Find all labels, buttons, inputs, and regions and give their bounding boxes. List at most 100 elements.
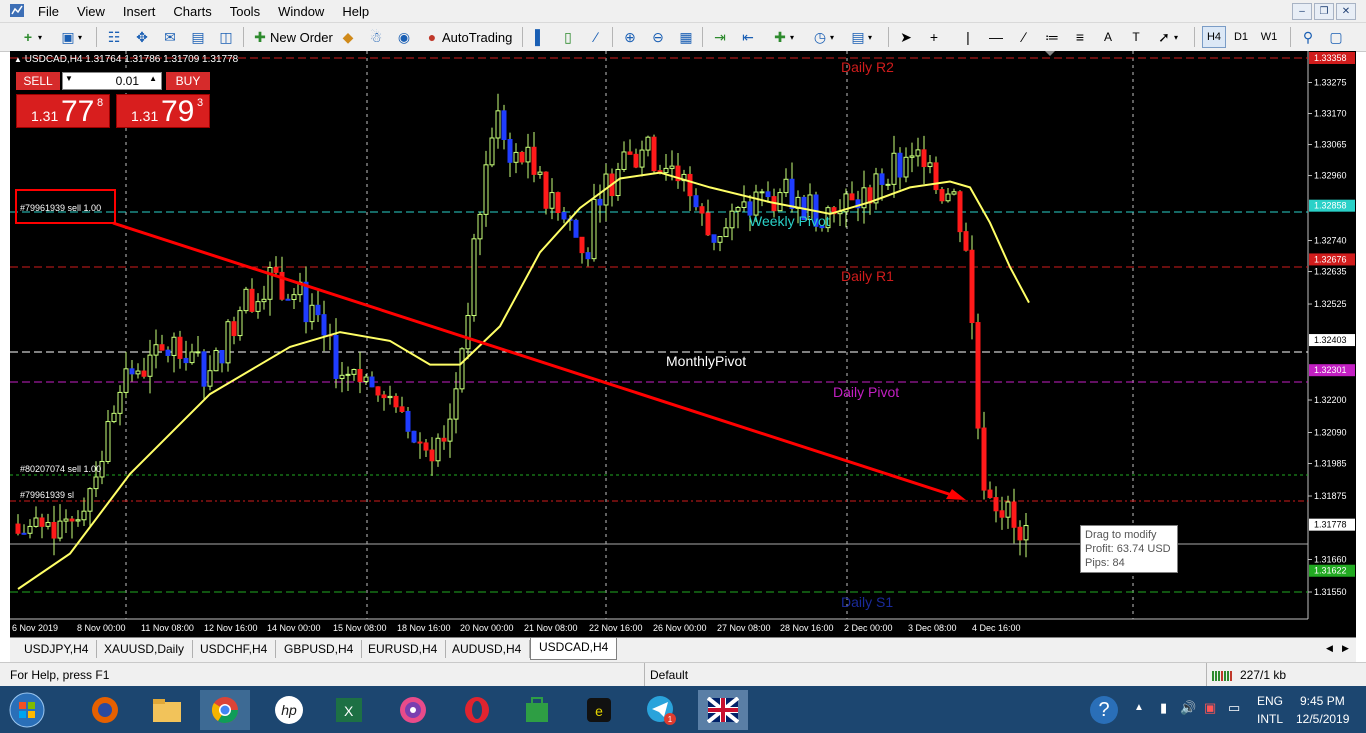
input-layout[interactable]: INTL (1257, 712, 1283, 726)
opera-icon[interactable] (452, 690, 502, 730)
status-profile[interactable]: Default (650, 668, 688, 682)
tab-audusd[interactable]: AUDUSD,H4 (444, 640, 531, 658)
candle-body (315, 304, 321, 316)
metatrader-icon[interactable] (698, 690, 748, 730)
clock-date[interactable]: 12/5/2019 (1296, 712, 1349, 726)
arrows-icon[interactable]: ➚ (1154, 27, 1174, 47)
menu-tools[interactable]: Tools (221, 0, 269, 19)
tab-eurusd[interactable]: EURUSD,H4 (360, 640, 447, 658)
templates-icon[interactable]: ▤ (848, 27, 868, 47)
new-order-button[interactable]: ✚ New Order (250, 26, 333, 48)
action-center-icon[interactable]: ▭ (1228, 700, 1240, 716)
chart-shift-marker-icon[interactable] (1045, 51, 1055, 56)
hp-icon[interactable]: hp (264, 690, 314, 730)
order-label-sell-2[interactable]: #80207074 sell 1.00 (20, 464, 101, 474)
connection-bars-icon[interactable] (1212, 669, 1236, 681)
lot-down-icon[interactable]: ▼ (65, 74, 73, 83)
menu-window[interactable]: Window (269, 0, 333, 19)
telegram-icon[interactable]: 1 (636, 690, 686, 730)
candlestick-icon[interactable]: ▯ (558, 27, 578, 47)
chat-icon[interactable]: ▢ (1326, 27, 1346, 47)
menu-insert[interactable]: Insert (114, 0, 165, 19)
buy-button[interactable]: BUY (166, 72, 210, 90)
candle-body (51, 521, 57, 539)
menu-help[interactable]: Help (333, 0, 378, 19)
tabs-scroll-left-icon[interactable]: ◀ (1326, 643, 1333, 654)
bar-chart-icon[interactable]: ▌ (530, 27, 550, 47)
zoom-in-icon[interactable]: ⊕ (620, 27, 640, 47)
tooltip-line-1: Drag to modify (1085, 529, 1157, 541)
text-label-icon[interactable]: T (1126, 27, 1146, 47)
chart-shift-icon[interactable]: ⇤ (738, 27, 758, 47)
navigator-icon[interactable]: ✥ (132, 27, 152, 47)
lot-stepper[interactable]: ▼ 0.01 ▲ (62, 72, 162, 90)
volume-icon[interactable]: 🔊 (1180, 700, 1196, 716)
trendline-icon[interactable]: ∕ (1014, 27, 1034, 47)
sell-price[interactable]: 1.31 77 8 (16, 94, 110, 128)
disc-app-icon[interactable] (388, 690, 438, 730)
lot-up-icon[interactable]: ▲ (149, 74, 157, 83)
excel-icon[interactable]: X (324, 690, 374, 730)
battery-icon[interactable]: ▮ (1160, 700, 1167, 716)
equidistant-channel-icon[interactable]: ≔ (1042, 27, 1062, 47)
candle-body (951, 191, 957, 195)
market-watch-icon[interactable]: ☷ (104, 27, 124, 47)
metaeditor-icon[interactable]: ◆ (338, 27, 358, 47)
firefox-icon[interactable] (80, 690, 130, 730)
market-icon[interactable]: ☃ (366, 27, 386, 47)
timeframe-d1[interactable]: D1 (1230, 27, 1252, 47)
help-icon[interactable]: ? (1090, 696, 1118, 724)
tabs-scroll-right-icon[interactable]: ▶ (1342, 643, 1349, 654)
tile-windows-icon[interactable]: ▦ (676, 27, 696, 47)
menu-charts[interactable]: Charts (164, 0, 220, 19)
search-icon[interactable]: ⚲ (1298, 27, 1318, 47)
minimize-button[interactable]: – (1292, 3, 1312, 20)
start-button[interactable] (2, 690, 52, 730)
network-icon[interactable]: ▣ (1204, 700, 1216, 716)
signals-icon[interactable]: ◉ (394, 27, 414, 47)
horizontal-line-icon[interactable]: — (986, 27, 1006, 47)
order-label-sell-1[interactable]: #79961939 sell 1.00 (20, 203, 101, 213)
file-explorer-icon[interactable] (142, 690, 192, 730)
strategy-tester-icon[interactable]: ◫ (216, 27, 236, 47)
crosshair-icon[interactable]: + (924, 27, 944, 47)
timeframe-h4[interactable]: H4 (1202, 26, 1226, 48)
chrome-icon[interactable] (200, 690, 250, 730)
sell-button[interactable]: SELL (16, 72, 60, 90)
menu-file[interactable]: File (29, 0, 68, 19)
autotrading-button[interactable]: ● AutoTrading (422, 26, 513, 48)
price-chart[interactable]: 1.33358 1.33275 1.33170 1.33065 1.32960 1.328… (10, 51, 1356, 637)
tab-usdchf[interactable]: USDCHF,H4 (192, 640, 277, 658)
menu-view[interactable]: View (68, 0, 114, 19)
candle-body (531, 146, 537, 175)
text-icon[interactable]: A (1098, 27, 1118, 47)
order-label-sl[interactable]: #79961939 sl (20, 490, 74, 500)
zoom-out-icon[interactable]: ⊖ (648, 27, 668, 47)
clock-time[interactable]: 9:45 PM (1300, 694, 1345, 708)
data-window-icon[interactable]: ✉ (160, 27, 180, 47)
vertical-line-icon[interactable]: | (958, 27, 978, 47)
cursor-icon[interactable]: ➤ (896, 27, 916, 47)
tab-gbpusd[interactable]: GBPUSD,H4 (276, 640, 363, 658)
autoscroll-icon[interactable]: ⇥ (710, 27, 730, 47)
indicators-icon[interactable]: ✚ (770, 27, 790, 47)
close-child-button[interactable]: ✕ (1336, 3, 1356, 20)
tab-usdcad[interactable]: USDCAD,H4 (530, 638, 618, 660)
mobile-app-icon[interactable]: e (574, 690, 624, 730)
profiles-icon[interactable]: ▣ (58, 27, 78, 47)
input-language[interactable]: ENG (1257, 694, 1283, 708)
terminal-icon[interactable]: ▤ (188, 27, 208, 47)
lot-value[interactable]: 0.01 (116, 74, 139, 88)
new-chart-icon[interactable]: + (18, 27, 38, 47)
restore-button[interactable]: ❐ (1314, 3, 1334, 20)
line-chart-icon[interactable]: ∕ (586, 27, 606, 47)
buy-price[interactable]: 1.31 79 3 (116, 94, 210, 128)
tab-usdjpy[interactable]: USDJPY,H4 (16, 640, 98, 658)
periods-icon[interactable]: ◷ (810, 27, 830, 47)
fibonacci-icon[interactable]: ≡ (1070, 27, 1090, 47)
tray-expand-icon[interactable]: ▲ (1134, 702, 1144, 713)
timeframe-w1[interactable]: W1 (1258, 27, 1280, 47)
candle-body (15, 523, 21, 534)
tab-xauusd[interactable]: XAUUSD,Daily (96, 640, 194, 658)
store-icon[interactable] (512, 690, 562, 730)
